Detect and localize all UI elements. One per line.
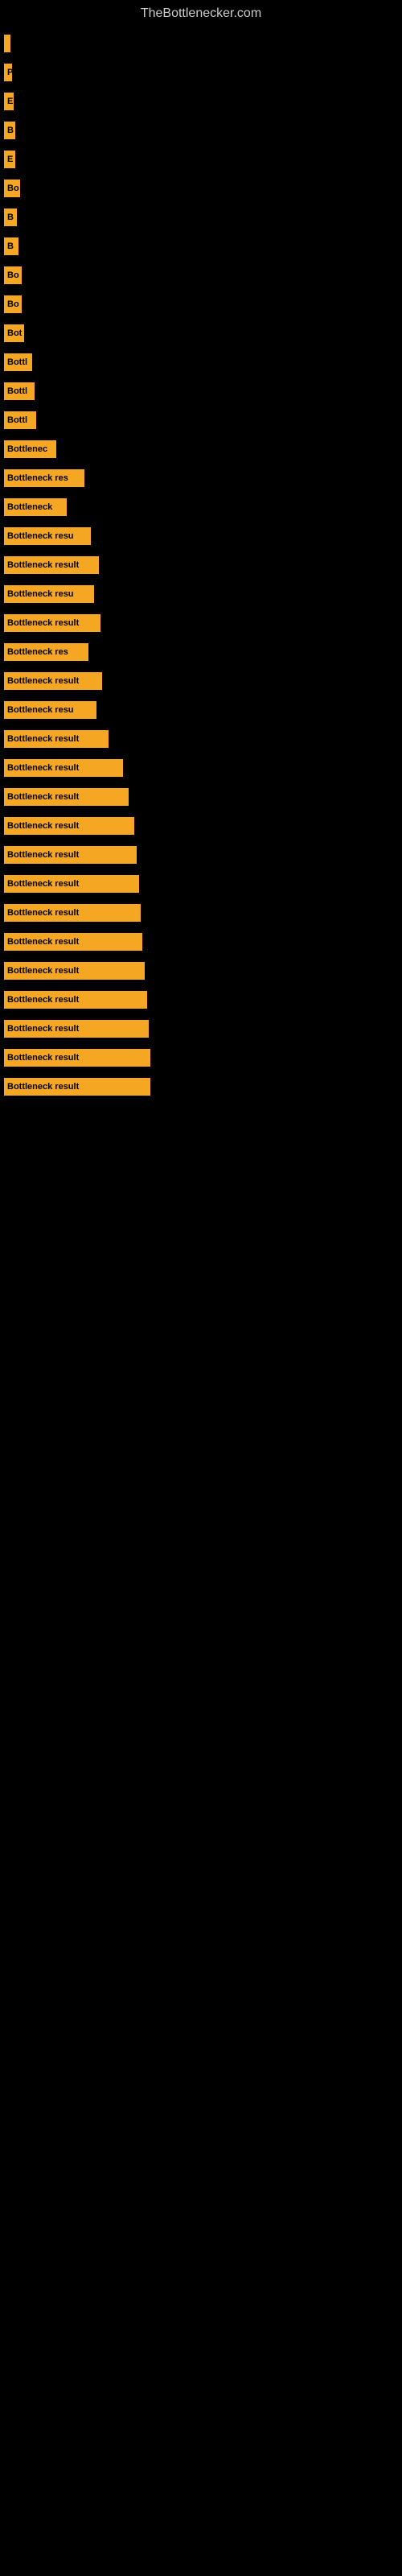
bar-item: Bottleneck result bbox=[4, 962, 145, 980]
bar-item: P bbox=[4, 64, 12, 81]
bar-item: Bottleneck resu bbox=[4, 585, 94, 603]
bar-row: Bottleneck result bbox=[4, 670, 398, 692]
bar-row: Bo bbox=[4, 264, 398, 287]
bar-row: B bbox=[4, 119, 398, 142]
bar-item: Bo bbox=[4, 180, 20, 197]
bar-row: Bottleneck bbox=[4, 496, 398, 518]
bar-row: Bottleneck result bbox=[4, 1075, 398, 1098]
bar-item: E bbox=[4, 151, 15, 168]
bar-row: Bottlenec bbox=[4, 438, 398, 460]
bar-row: Bottleneck result bbox=[4, 960, 398, 982]
bar-row: P bbox=[4, 61, 398, 84]
bar-item: Bottleneck res bbox=[4, 643, 88, 661]
bar-row bbox=[4, 32, 398, 55]
bar-row: E bbox=[4, 148, 398, 171]
bar-item: Bottleneck res bbox=[4, 469, 84, 487]
bar-item: Bottleneck result bbox=[4, 759, 123, 777]
bar-row: Bottleneck result bbox=[4, 1018, 398, 1040]
bar-item: Bottl bbox=[4, 411, 36, 429]
bar-row: Bottleneck result bbox=[4, 728, 398, 750]
bar-item: Bottl bbox=[4, 382, 35, 400]
bar-item: B bbox=[4, 208, 17, 226]
bar-row: Bottleneck result bbox=[4, 612, 398, 634]
bar-item: Bottl bbox=[4, 353, 32, 371]
bar-row: B bbox=[4, 206, 398, 229]
bar-row: Bottleneck resu bbox=[4, 583, 398, 605]
bar-item: B bbox=[4, 237, 18, 255]
bar-row: Bottleneck result bbox=[4, 1046, 398, 1069]
bar-item: Bottleneck result bbox=[4, 788, 129, 806]
bar-row: Bottleneck result bbox=[4, 815, 398, 837]
bar-item: Bottleneck bbox=[4, 498, 67, 516]
bar-item: Bottleneck result bbox=[4, 846, 137, 864]
bar-row: Bottl bbox=[4, 409, 398, 431]
bar-row: Bottl bbox=[4, 351, 398, 374]
bar-item: Bottleneck result bbox=[4, 1020, 149, 1038]
bar-row: E bbox=[4, 90, 398, 113]
bar-row: Bottleneck result bbox=[4, 786, 398, 808]
bar-row: Bottleneck result bbox=[4, 873, 398, 895]
bar-item: Bottlenec bbox=[4, 440, 56, 458]
bar-item: Bo bbox=[4, 295, 22, 313]
site-title: TheBottlenecker.com bbox=[0, 0, 402, 24]
bar-row: B bbox=[4, 235, 398, 258]
bar-row: Bottleneck result bbox=[4, 844, 398, 866]
bar-row: Bottleneck resu bbox=[4, 699, 398, 721]
bar-item bbox=[4, 35, 10, 52]
bar-item: Bottleneck resu bbox=[4, 527, 91, 545]
bar-row: Bottleneck result bbox=[4, 757, 398, 779]
bar-row: Bottleneck result bbox=[4, 931, 398, 953]
bar-item: Bottleneck result bbox=[4, 904, 141, 922]
bar-item: Bottleneck result bbox=[4, 991, 147, 1009]
bar-item: Bottleneck result bbox=[4, 730, 109, 748]
bar-item: Bottleneck resu bbox=[4, 701, 96, 719]
bar-row: Bottleneck res bbox=[4, 467, 398, 489]
bar-row: Bottleneck result bbox=[4, 554, 398, 576]
bar-row: Bottleneck resu bbox=[4, 525, 398, 547]
bar-item: Bottleneck result bbox=[4, 1049, 150, 1067]
bar-item: Bottleneck result bbox=[4, 672, 102, 690]
bar-item: Bottleneck result bbox=[4, 614, 100, 632]
bar-row: Bottl bbox=[4, 380, 398, 402]
bar-row: Bottleneck res bbox=[4, 641, 398, 663]
bar-row: Bottleneck result bbox=[4, 902, 398, 924]
bars-container: PEBEBoBBBoBoBotBottlBottlBottlBottlenecB… bbox=[0, 24, 402, 1104]
bar-item: Bottleneck result bbox=[4, 875, 139, 893]
bar-item: E bbox=[4, 93, 14, 110]
bar-item: Bo bbox=[4, 266, 22, 284]
bar-item: Bottleneck result bbox=[4, 1078, 150, 1096]
bar-row: Bo bbox=[4, 177, 398, 200]
bar-item: Bottleneck result bbox=[4, 933, 142, 951]
bar-row: Bot bbox=[4, 322, 398, 345]
bar-item: Bottleneck result bbox=[4, 817, 134, 835]
bar-item: B bbox=[4, 122, 15, 139]
bar-row: Bo bbox=[4, 293, 398, 316]
bar-item: Bottleneck result bbox=[4, 556, 99, 574]
bar-item: Bot bbox=[4, 324, 24, 342]
bar-row: Bottleneck result bbox=[4, 989, 398, 1011]
